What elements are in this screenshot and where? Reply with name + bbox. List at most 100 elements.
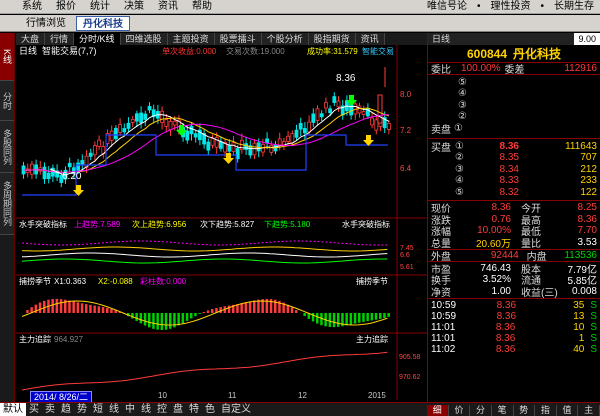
sub2-bar [332,313,336,328]
vtab-kline[interactable]: K线 [0,33,14,81]
bottom-tab-8[interactable]: 线 [138,403,154,416]
candle-body [88,152,93,157]
sub2-name: 捕捞季节 [19,276,51,286]
ctab-kline[interactable]: 分时/K线 [74,33,121,45]
bottom-tab-3[interactable]: 趋 [58,403,74,416]
candle-body [294,129,299,138]
sub1-tick-3: 5.61 [400,264,414,271]
bottom-tab-13[interactable]: 自定义 [218,403,254,416]
candle-body [76,162,80,171]
weicha-label: 委差 [504,64,525,76]
buy-2: ② 8.35 707 [455,152,597,164]
sub2-bar [202,312,206,313]
bottom-tab-4[interactable]: 势 [74,403,90,416]
bottom-tab-9[interactable]: 控 [154,403,170,416]
quote-period[interactable]: 日线 [428,33,454,45]
sub3-tick-1: 905.58 [399,354,421,361]
candle-body [328,108,333,114]
sub2-bar [206,310,210,313]
sub1-right: 水手突破指标 [342,219,390,229]
sub2-bar [248,301,252,313]
left-vertical-tabs: K线 分时 多股同列 多周期同列 [0,33,15,416]
chart-tabs: 大盘 行情 分时/K线 四维选股 主题投资 股票擂斗 个股分析 股指期货 资讯 [16,33,440,45]
kline-chart[interactable]: 日线 智能交易(7,7) 单次收益:0.000 交易次数:19.000 成功率:… [16,45,427,400]
sub2-bar [349,313,353,325]
sub2-bar [68,300,71,313]
sub2-bar [89,304,92,313]
sub2-bar [383,313,386,319]
sub1-line [21,246,388,252]
ctab-guzhi[interactable]: 股指期货 [308,33,356,45]
sub1-line [21,258,388,264]
ctab-zixun[interactable]: 资讯 [355,33,385,45]
vtab-multistock[interactable]: 多股同列 [0,121,14,173]
vtab-timeshare[interactable]: 分时 [0,81,14,121]
candle-last [377,94,383,124]
menu-stats[interactable]: 统计 [83,0,117,14]
bottom-tab-2[interactable]: 卖 [42,403,58,416]
right-tab-6[interactable]: 值 [557,405,579,416]
menu-quote[interactable]: 报价 [49,0,83,14]
sub1-up: 上趋势:7.589 [74,219,121,229]
menu-news[interactable]: 资讯 [151,0,185,14]
candle-body [336,100,341,108]
candle-body [357,105,362,114]
ctab-siwei[interactable]: 四维选股 [120,33,168,45]
candle-body [164,119,169,127]
sub2-bar [290,307,294,313]
candle-body [315,108,320,121]
weibi-label: 委比 [431,64,451,76]
tab-market-browse[interactable]: 行情浏览 [20,16,72,31]
sub2-bar [152,313,155,329]
bottom-tab-7[interactable]: 中 [122,403,138,416]
kline-ind4: 智能交易 [362,46,394,56]
right-tab-1[interactable]: 价 [449,405,471,416]
bottom-tab-1[interactable]: 买 [26,403,42,416]
right-tab-4[interactable]: 势 [514,405,536,416]
weibi-value: 100.00% [461,62,501,74]
menu-decision[interactable]: 决策 [117,0,151,14]
menu-help[interactable]: 帮助 [185,0,219,14]
sub3-line-path [21,351,388,391]
right-tab-3[interactable]: 笔 [492,405,514,416]
tab-stock[interactable]: 丹化科技 [76,16,130,31]
ctab-gegu[interactable]: 个股分析 [261,33,309,45]
ctab-hangqing[interactable]: 行情 [45,33,75,45]
right-tab-5[interactable]: 指 [535,405,557,416]
chart-area[interactable]: 日线 智能交易(7,7) 单次收益:0.000 交易次数:19.000 成功率:… [16,45,427,400]
candle-body [290,133,295,144]
ctab-dapan[interactable]: 大盘 [16,33,46,45]
bottom-tab-10[interactable]: 盘 [170,403,186,416]
bottom-tab-5[interactable]: 短 [90,403,106,416]
bottom-tab-11[interactable]: 特 [186,403,202,416]
candle-body [130,119,135,123]
candle-body [210,138,215,146]
candle-body [114,127,118,140]
right-tab-0[interactable]: 细 [427,405,449,416]
sub2-bar [110,309,113,313]
right-tab-7[interactable]: 主 [578,405,600,416]
bottom-tab-6[interactable]: 线 [106,403,122,416]
date-12: 12 [298,391,307,400]
menu-system[interactable]: 系统 [0,0,49,14]
buy-1: 买盘 ① 8.36 111643 [431,140,597,154]
sub1-mid: 次上趋势:6.956 [132,219,187,229]
ctab-zhuti[interactable]: 主题投资 [167,33,215,45]
menu-bar: 系统 报价 统计 决策 资讯 帮助 唯信号论 • 理性投资 • 长期生存 [0,0,600,14]
bottom-tab-0[interactable]: 默认 [0,403,26,416]
right-tab-2[interactable]: 分 [470,405,492,416]
sub2-bar [169,313,172,329]
sub2-bar [198,313,201,314]
sub3-val: 964.927 [54,335,83,344]
candle-body [160,110,165,123]
date-11: 11 [228,391,237,400]
tick-row: 11:01 8.36 1 S [431,333,597,344]
candle-body [46,172,51,180]
sub2-bar [131,313,134,319]
candle-body [277,138,282,146]
vtab-multiperiod[interactable]: 多周期同列 [0,173,14,235]
kline-indicator: 智能交易(7,7) [42,45,97,56]
bottom-tab-12[interactable]: 色 [202,403,218,416]
ctab-leidou[interactable]: 股票擂斗 [214,33,262,45]
sub2-bar [303,313,306,317]
